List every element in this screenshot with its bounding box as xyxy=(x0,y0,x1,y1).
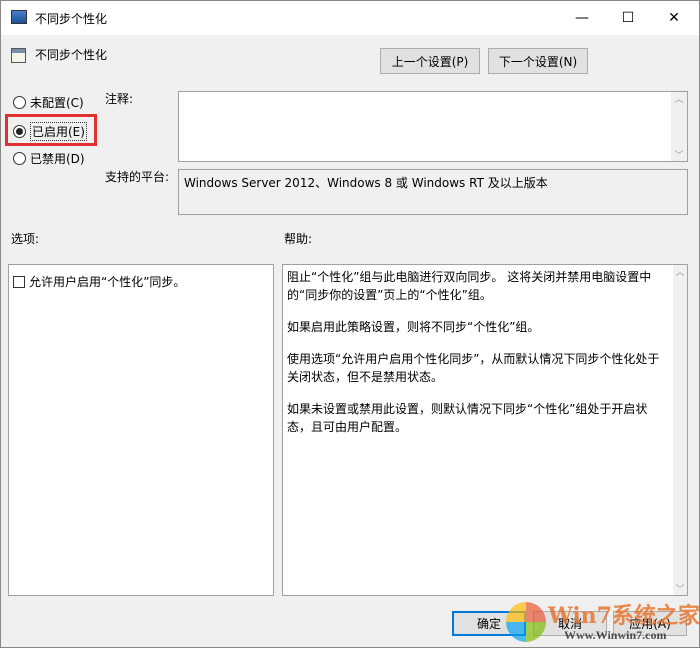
radio-disabled[interactable]: 已禁用(D) xyxy=(13,150,85,167)
help-paragraph: 阻止“个性化”组与此电脑进行双向同步。 这将关闭并禁用电脑设置中的“同步你的设置… xyxy=(287,270,652,302)
checkbox-label: 允许用户启用“个性化”同步。 xyxy=(29,275,186,289)
platform-field: Windows Server 2012、Windows 8 或 Windows … xyxy=(178,169,688,215)
radio-enabled[interactable]: 已启用(E) xyxy=(13,122,87,141)
options-panel: 允许用户启用“个性化”同步。 xyxy=(8,264,274,596)
help-label: 帮助: xyxy=(284,232,313,246)
comment-label: 注释: xyxy=(105,92,134,106)
minimize-button[interactable]: — xyxy=(559,1,605,35)
help-scrollbar[interactable]: ︿ ﹀ xyxy=(673,265,687,595)
radio-circle xyxy=(13,125,26,138)
policy-dialog: 不同步个性化 — ☐ ✕ 不同步个性化 上一个设置(P) 下一个设置(N) 未配… xyxy=(0,0,700,648)
policy-icon xyxy=(11,48,26,63)
maximize-button[interactable]: ☐ xyxy=(605,1,651,35)
ok-button[interactable]: 确定 xyxy=(452,611,526,636)
help-paragraph: 如果启用此策略设置，则将不同步“个性化”组。 xyxy=(287,320,540,334)
window-title: 不同步个性化 xyxy=(35,12,108,26)
comment-input[interactable]: ︿ ﹀ xyxy=(178,91,688,162)
policy-name: 不同步个性化 xyxy=(35,48,108,62)
help-paragraph: 使用选项“允许用户启用个性化同步”，从而默认情况下同步个性化处于关闭状态，但不是… xyxy=(287,352,660,384)
radio-label: 未配置(C) xyxy=(30,96,84,110)
apply-button[interactable]: 应用(A) xyxy=(613,611,687,636)
platform-value: Windows Server 2012、Windows 8 或 Windows … xyxy=(184,176,548,190)
options-label: 选项: xyxy=(11,232,40,246)
platform-label: 支持的平台: xyxy=(105,170,170,184)
prev-setting-button[interactable]: 上一个设置(P) xyxy=(380,48,480,74)
radio-label: 已禁用(D) xyxy=(30,152,85,166)
app-icon xyxy=(11,10,27,24)
radio-circle xyxy=(13,96,26,109)
help-panel: 阻止“个性化”组与此电脑进行双向同步。 这将关闭并禁用电脑设置中的“同步你的设置… xyxy=(282,264,688,596)
comment-scrollbar[interactable]: ︿ ﹀ xyxy=(671,92,687,161)
cancel-button[interactable]: 取消 xyxy=(533,611,607,636)
help-paragraph: 如果未设置或禁用此设置，则默认情况下同步“个性化”组处于开启状态，且可由用户配置… xyxy=(287,402,648,434)
radio-not-configured[interactable]: 未配置(C) xyxy=(13,94,84,111)
next-setting-button[interactable]: 下一个设置(N) xyxy=(488,48,588,74)
title-bar: 不同步个性化 — ☐ ✕ xyxy=(1,1,699,35)
radio-label: 已启用(E) xyxy=(30,122,87,141)
close-button[interactable]: ✕ xyxy=(651,1,697,35)
checkbox-box xyxy=(13,275,25,288)
sync-checkbox[interactable]: 允许用户启用“个性化”同步。 xyxy=(13,273,185,290)
radio-circle xyxy=(13,152,26,165)
